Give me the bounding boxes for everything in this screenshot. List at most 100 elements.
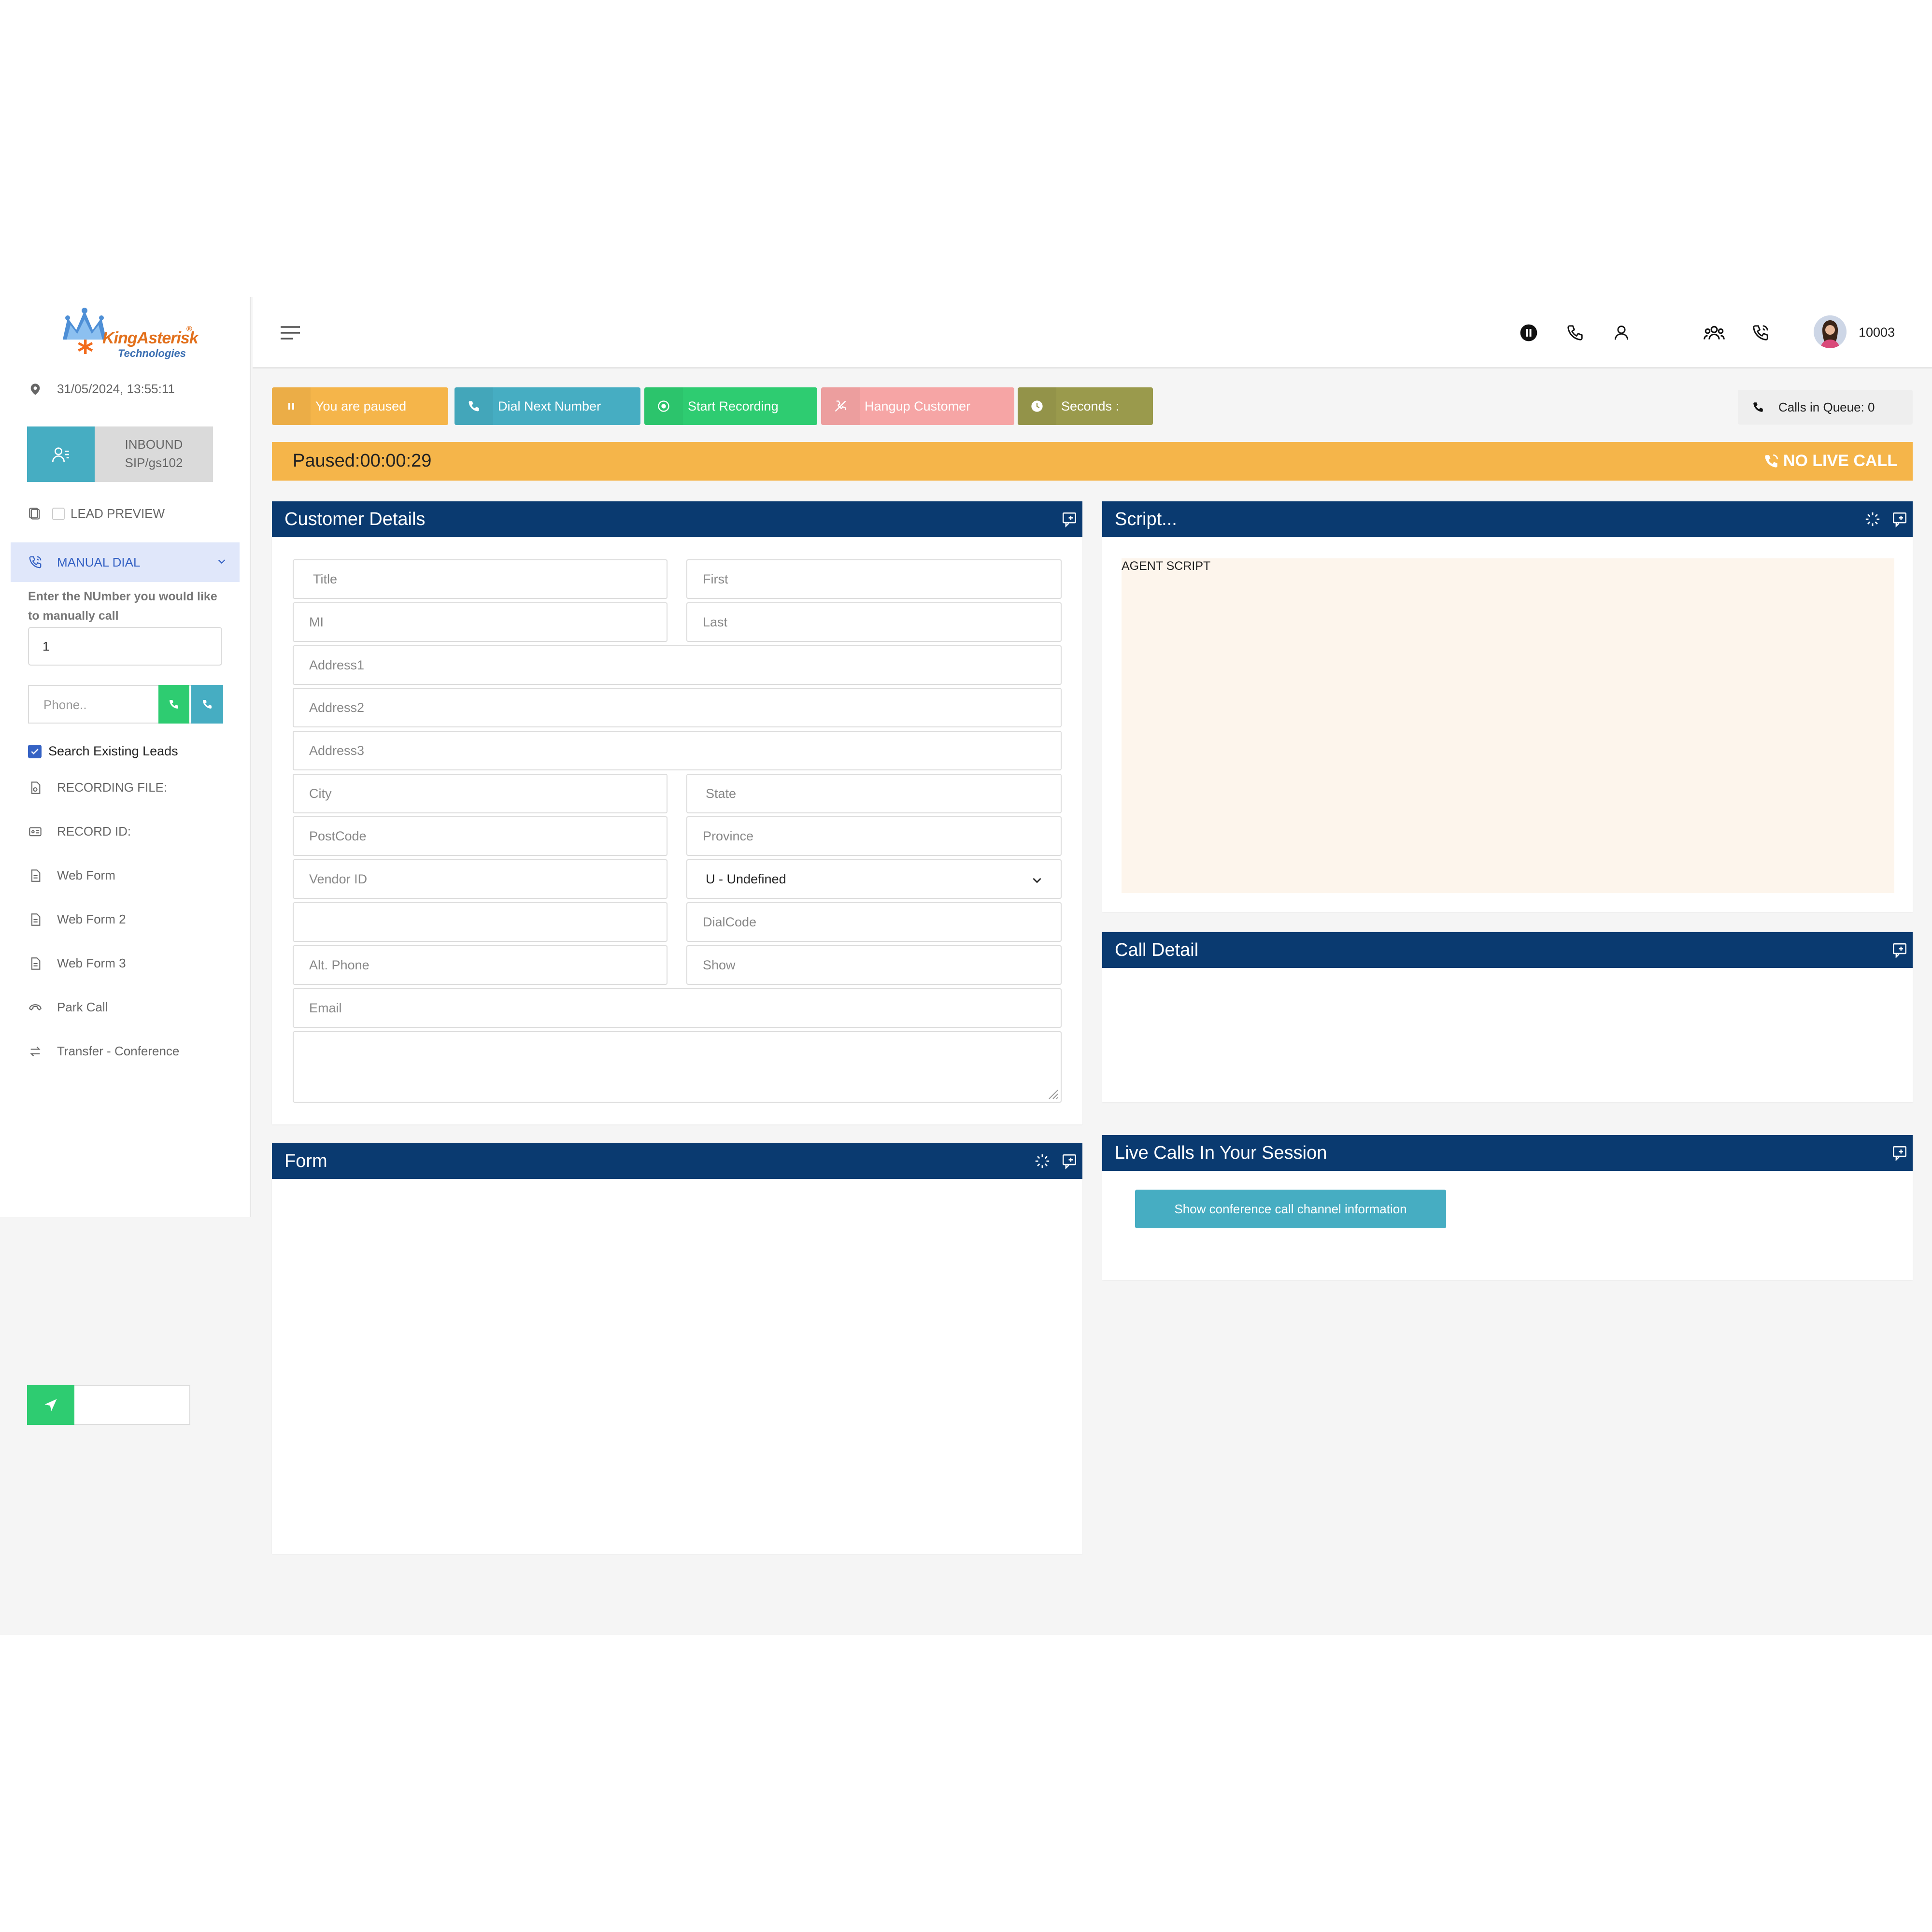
phone-call-icon (1765, 454, 1778, 468)
sidebar-item-label: Web Form 2 (57, 912, 126, 926)
comments-textarea[interactable] (293, 1031, 1062, 1103)
inbound-sip: SIP/gs102 (125, 455, 183, 470)
pause-button[interactable]: You are paused (272, 387, 448, 425)
address3-field[interactable]: Address3 (293, 731, 1062, 770)
phone-incoming-icon[interactable] (1750, 322, 1771, 343)
call-detail-header: Call Detail (1102, 932, 1913, 968)
postcode-field[interactable]: PostCode (293, 816, 668, 856)
dial-next-button[interactable]: Dial Next Number (455, 387, 640, 425)
middle-initial-field[interactable]: MI (293, 602, 668, 642)
last-name-field[interactable]: Last (686, 602, 1062, 642)
park-call-icon (28, 1000, 43, 1015)
form-header: Form (272, 1143, 1082, 1179)
phone-input-group: Phone.. (28, 685, 223, 724)
phone-code-field[interactable] (293, 902, 668, 942)
lead-preview-row[interactable]: LEAD PREVIEW (28, 506, 165, 521)
show-conference-info-button[interactable]: Show conference call channel information (1135, 1190, 1446, 1228)
inbound-status[interactable]: INBOUND SIP/gs102 (27, 426, 213, 482)
svg-text:*: * (77, 335, 93, 366)
pause-icon (272, 387, 311, 425)
agent-script-text: AGENT SCRIPT (1122, 559, 1211, 573)
status-bar: Paused:00:00:29 NO LIVE CALL (272, 442, 1913, 481)
gender-select-value: U - Undefined (706, 871, 786, 886)
seconds-label: Seconds : (1061, 398, 1120, 413)
sidebar-item-transfer-conference[interactable]: Transfer - Conference (28, 1044, 179, 1059)
sidebar-item-label: Web Form (57, 868, 115, 882)
lead-preview-icon (28, 507, 43, 521)
seconds-button[interactable]: Seconds : (1018, 387, 1153, 425)
sidebar-item-web-form[interactable]: Web Form (28, 868, 115, 883)
manual-dial-input[interactable]: 1 (28, 627, 222, 666)
show-field[interactable]: Show (686, 945, 1062, 985)
address1-field[interactable]: Address1 (293, 645, 1062, 685)
panel-pin-icon[interactable] (1891, 942, 1908, 958)
panel-pin-icon[interactable] (1891, 511, 1908, 527)
live-calls-header: Live Calls In Your Session (1102, 1135, 1913, 1171)
vendor-id-field[interactable]: Vendor ID (293, 859, 668, 899)
search-existing-label: Search Existing Leads (48, 744, 178, 758)
chevron-down-icon (216, 556, 227, 567)
paused-timer: Paused:00:00:29 (293, 451, 432, 471)
sidebar-item-recording-file[interactable]: RECORDING FILE: (28, 780, 167, 795)
sidebar-item-web-form-3[interactable]: Web Form 3 (28, 956, 126, 971)
panel-pin-icon[interactable] (1061, 1153, 1078, 1169)
phone-input[interactable]: Phone.. (43, 697, 87, 712)
address2-field[interactable]: Address2 (293, 688, 1062, 727)
send-icon (44, 1399, 57, 1411)
panel-pin-icon[interactable] (1891, 1145, 1908, 1161)
manual-dial-label: MANUAL DIAL (57, 554, 141, 569)
record-icon (644, 387, 683, 425)
lead-preview-checkbox[interactable] (52, 507, 65, 520)
hangup-button[interactable]: Hangup Customer (821, 387, 1014, 425)
state-field[interactable]: State (686, 774, 1062, 813)
menu-toggle-icon[interactable] (280, 324, 301, 341)
first-name-field[interactable]: First (686, 559, 1062, 599)
manual-dial-toggle[interactable]: MANUAL DIAL (11, 542, 240, 582)
dial-button[interactable] (158, 685, 189, 724)
phone-icon[interactable] (1564, 322, 1586, 343)
users-group-icon[interactable] (1704, 322, 1725, 343)
document-icon (28, 868, 43, 883)
sidebar-item-label: Transfer - Conference (57, 1044, 180, 1058)
panel-pin-icon[interactable] (1061, 511, 1078, 527)
user-icon[interactable] (1611, 322, 1632, 343)
send-button[interactable] (27, 1385, 74, 1425)
brand-tagline: Technologies (118, 347, 186, 359)
checkbox-checked-icon[interactable] (28, 744, 42, 758)
customer-details-header: Customer Details (272, 501, 1082, 537)
dial-alt-button[interactable] (191, 685, 223, 724)
start-recording-button[interactable]: Start Recording (644, 387, 817, 425)
datetime-row: 31/05/2024, 13:55:11 (28, 382, 175, 397)
no-live-call-label: NO LIVE CALL (1783, 452, 1897, 470)
sidebar-item-record-id[interactable]: RECORD ID: (28, 824, 131, 839)
script-panel: Script... AGENT SCRIPT (1102, 501, 1913, 912)
search-existing-leads[interactable]: Search Existing Leads (28, 744, 178, 759)
send-input[interactable] (27, 1385, 190, 1425)
avatar[interactable] (1814, 315, 1847, 348)
gender-select[interactable]: U - Undefined (686, 859, 1062, 899)
trademark: ® (186, 325, 192, 333)
phone-forward-icon (203, 700, 212, 709)
dialcode-field[interactable]: DialCode (686, 902, 1062, 942)
recording-file-icon (28, 781, 43, 795)
province-field[interactable]: Province (686, 816, 1062, 856)
alt-phone-field[interactable]: Alt. Phone (293, 945, 668, 985)
live-calls-panel: Live Calls In Your Session Show conferen… (1102, 1135, 1913, 1280)
pause-status-icon[interactable] (1518, 322, 1539, 343)
datetime: 31/05/2024, 13:55:11 (57, 382, 175, 396)
panel-title: Call Detail (1115, 939, 1199, 960)
panel-title: Form (284, 1151, 327, 1171)
panel-title: Customer Details (284, 509, 426, 529)
customer-details-panel: Customer Details Title First MI Last Add… (272, 501, 1082, 1124)
document-icon (28, 912, 43, 927)
top-header: 10003 (253, 297, 1932, 369)
calls-in-queue-label: Calls in Queue: 0 (1778, 399, 1875, 414)
resize-handle-icon[interactable] (1046, 1087, 1059, 1100)
sidebar-item-label: RECORDING FILE: (57, 780, 168, 795)
brand-logo[interactable]: * KingAsterisk ® Technologies (58, 306, 199, 369)
sidebar-item-park-call[interactable]: Park Call (28, 1000, 108, 1015)
sidebar-item-web-form-2[interactable]: Web Form 2 (28, 912, 126, 927)
title-field[interactable]: Title (293, 559, 668, 599)
email-field[interactable]: Email (293, 988, 1062, 1028)
city-field[interactable]: City (293, 774, 668, 813)
